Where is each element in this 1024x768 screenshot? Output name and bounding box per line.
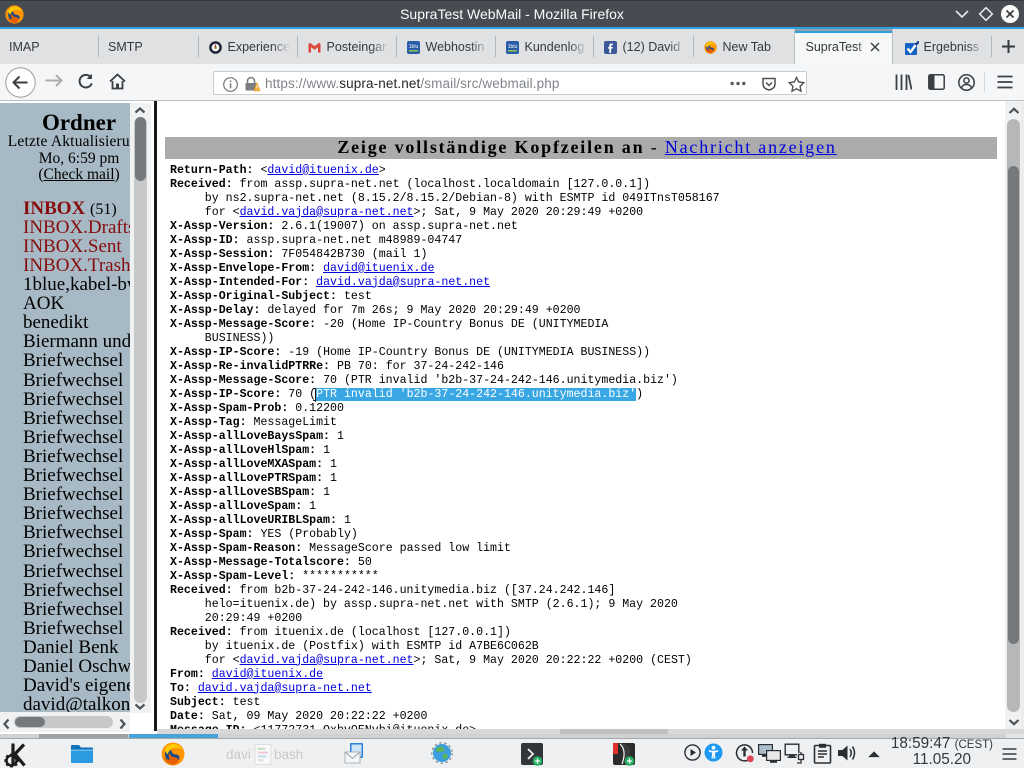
svg-text:1blu: 1blu [408,44,418,50]
svg-text:1blu: 1blu [507,44,517,50]
